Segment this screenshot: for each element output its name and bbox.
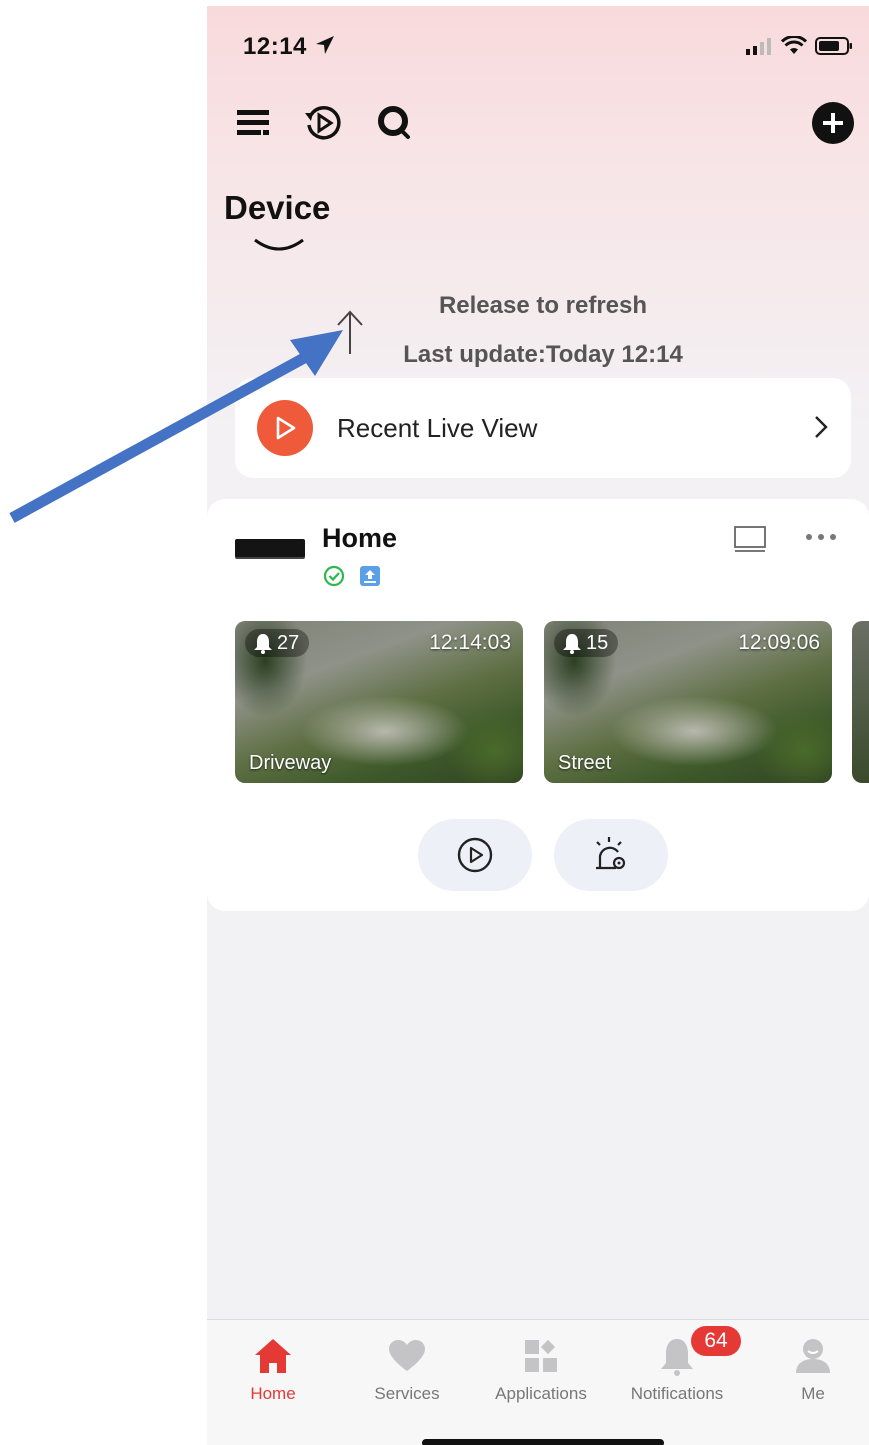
- bell-icon: [563, 634, 581, 654]
- camera-name: Driveway: [249, 752, 332, 774]
- add-device-icon[interactable]: [811, 101, 855, 145]
- title-underline-mark: [254, 238, 304, 251]
- bell-icon: [254, 634, 272, 654]
- home-icon: [255, 1339, 291, 1373]
- phone-screen: 12:14 Device Release to refresh Last upd…: [207, 6, 869, 1445]
- camera-tile-partial[interactable]: [852, 621, 869, 783]
- last-update-text: Last update:Today 12:14: [403, 341, 683, 368]
- playback-button[interactable]: [418, 819, 532, 891]
- chevron-right-icon: [815, 416, 828, 438]
- playback-icon[interactable]: [301, 101, 345, 145]
- tab-services[interactable]: Services: [341, 1334, 473, 1414]
- device-card: Home 27 12:14:03 Driveway 15 12:09:06 St…: [207, 499, 869, 911]
- device-list-icon[interactable]: [231, 101, 275, 145]
- play-icon: [257, 400, 313, 456]
- more-options-icon[interactable]: [803, 527, 839, 547]
- person-icon: [796, 1339, 830, 1373]
- alarm-settings-button[interactable]: [554, 819, 668, 891]
- toolbar: [207, 101, 869, 157]
- camera-timestamp: 12:09:06: [738, 631, 820, 654]
- alarm-settings-icon: [596, 837, 626, 870]
- signal-icon: [746, 38, 771, 55]
- status-time: 12:14: [243, 33, 336, 61]
- wifi-icon: [781, 36, 807, 54]
- alarm-count-badge: 27: [245, 629, 310, 657]
- heart-icon: [389, 1340, 425, 1371]
- search-icon[interactable]: [373, 101, 417, 145]
- page-title: Device: [224, 189, 331, 226]
- status-icons: [745, 36, 853, 56]
- tab-label: Notifications: [630, 1384, 724, 1403]
- tab-applications[interactable]: Applications: [475, 1334, 607, 1414]
- play-circle-icon: [457, 837, 493, 873]
- device-badges: [323, 565, 381, 587]
- location-arrow-icon: [316, 36, 335, 54]
- camera-timestamp: 12:14:03: [429, 631, 511, 654]
- camera-name: Street: [558, 752, 612, 774]
- refresh-status: Release to refresh: [438, 292, 648, 319]
- camera-tile-street[interactable]: 15 12:09:06 Street: [544, 621, 832, 783]
- applications-icon: [525, 1339, 557, 1372]
- tab-label: Services: [374, 1384, 440, 1403]
- status-bar: 12:14: [207, 6, 869, 86]
- recent-live-view-label: Recent Live View: [337, 413, 538, 443]
- tab-bar: Home Services Applications Notifications…: [207, 1319, 869, 1445]
- home-indicator: [422, 1439, 664, 1445]
- online-check-icon: [323, 565, 345, 587]
- tab-label: Me: [801, 1384, 825, 1403]
- camera-tile-driveway[interactable]: 27 12:14:03 Driveway: [235, 621, 523, 783]
- recorder-thumbnail: [235, 539, 305, 557]
- battery-icon: [815, 37, 852, 55]
- alarm-count-badge: 15: [554, 629, 619, 657]
- notification-count-badge: 64: [691, 1326, 741, 1356]
- monitor-icon[interactable]: [733, 525, 767, 555]
- recent-live-view-row[interactable]: Recent Live View: [235, 378, 851, 478]
- cloud-upload-icon: [360, 566, 380, 586]
- tab-home[interactable]: Home: [207, 1334, 339, 1414]
- device-name: Home: [322, 523, 398, 553]
- tab-label: Home: [250, 1384, 296, 1403]
- tab-me[interactable]: Me: [747, 1334, 869, 1414]
- tab-label: Applications: [495, 1384, 587, 1403]
